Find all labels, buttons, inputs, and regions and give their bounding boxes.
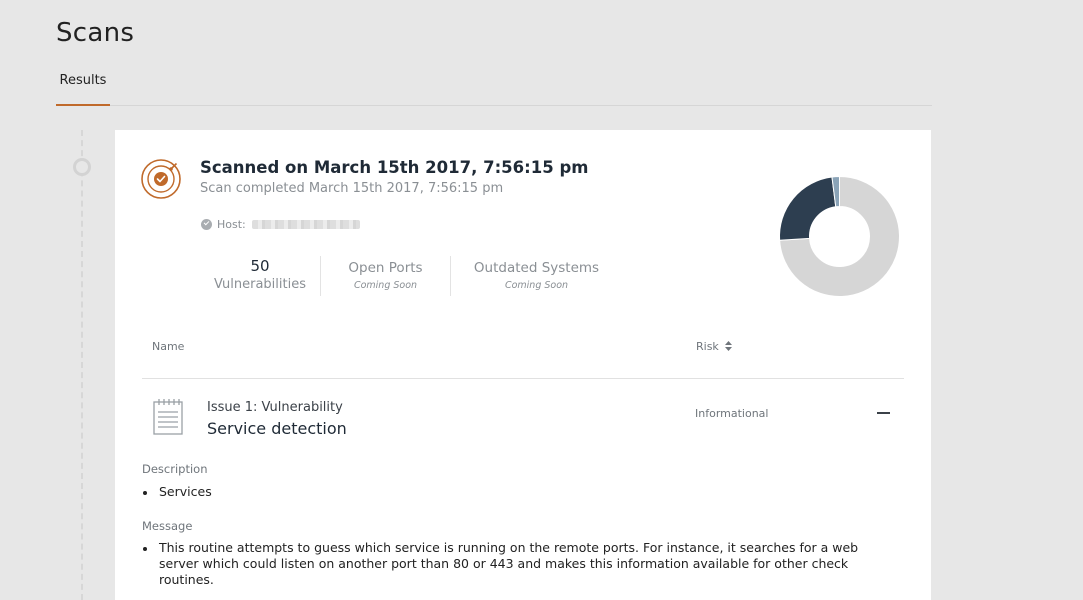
- scan-card: Scanned on March 15th 2017, 7:56:15 pm S…: [115, 130, 931, 600]
- description-item: Services: [142, 484, 212, 500]
- stat-open-ports: Open Ports Coming Soon: [320, 256, 450, 296]
- column-header-name: Name: [152, 340, 185, 353]
- issue-title: Service detection: [207, 419, 347, 438]
- stats-row: 50 Vulnerabilities Open Ports Coming Soo…: [200, 256, 622, 296]
- scan-title: Scanned on March 15th 2017, 7:56:15 pm: [200, 158, 589, 177]
- timeline-line: [81, 130, 83, 600]
- scan-subtitle: Scan completed March 15th 2017, 7:56:15 …: [200, 181, 504, 196]
- timeline-dot: [73, 158, 91, 176]
- stat-outdated-systems: Outdated Systems Coming Soon: [450, 256, 622, 296]
- tab-results[interactable]: Results: [56, 72, 110, 106]
- message-line: server which could listen on another por…: [159, 556, 849, 571]
- message-label: Message: [142, 519, 193, 533]
- host-value-redacted: [251, 219, 360, 229]
- issue-number: Issue 1: Vulnerability: [207, 400, 343, 415]
- issue-risk: Informational: [695, 407, 769, 420]
- stat-vulnerabilities-value: 50: [250, 257, 270, 275]
- column-header-risk[interactable]: Risk: [696, 340, 733, 353]
- table-header: Name Risk: [142, 333, 904, 379]
- stat-outdated-systems-label: Outdated Systems: [473, 260, 600, 276]
- host-label: Host:: [217, 217, 246, 231]
- message-line: routines.: [159, 572, 214, 587]
- stat-outdated-systems-status: Coming Soon: [504, 280, 569, 291]
- message-list: This routine attempts to guess which ser…: [142, 540, 902, 588]
- tab-bar: Results: [56, 72, 932, 106]
- stat-vulnerabilities-label: Vulnerabilities: [214, 277, 306, 292]
- stat-vulnerabilities[interactable]: 50 Vulnerabilities: [200, 256, 320, 296]
- collapse-issue-button[interactable]: [877, 412, 890, 414]
- description-list: Services: [142, 484, 212, 500]
- radar-check-icon: [141, 159, 181, 199]
- description-label: Description: [142, 462, 208, 476]
- message-item: This routine attempts to guess which ser…: [142, 540, 902, 588]
- message-line: This routine attempts to guess which ser…: [159, 540, 859, 555]
- donut-segment-1: [779, 176, 837, 241]
- sort-icon[interactable]: [725, 341, 733, 351]
- stat-open-ports-label: Open Ports: [348, 260, 423, 276]
- stat-open-ports-status: Coming Soon: [353, 280, 418, 291]
- notepad-icon: [153, 399, 183, 435]
- check-circle-icon: [201, 218, 212, 230]
- column-header-risk-label: Risk: [696, 340, 719, 353]
- host-row: Host:: [201, 216, 360, 232]
- risk-donut-chart: [779, 175, 900, 297]
- page-title: Scans: [56, 18, 135, 48]
